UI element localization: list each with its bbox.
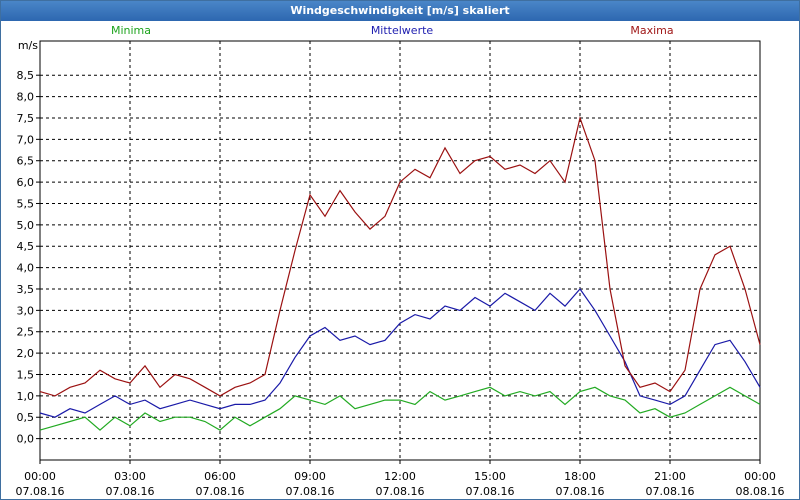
y-tick-label: 0,0 [17,433,35,446]
y-tick-label: 1,5 [17,368,35,381]
x-tick-date-label: 07.08.16 [556,485,605,498]
x-tick-time-label: 15:00 [474,470,506,483]
legend-item-mittelwerte: Mittelwerte [371,24,434,37]
x-tick-date-label: 07.08.16 [16,485,65,498]
x-tick-date-label: 07.08.16 [376,485,425,498]
x-tick-date-label: 07.08.16 [196,485,245,498]
y-tick-label: 6,0 [17,176,35,189]
y-tick-label: 3,0 [17,304,35,317]
x-tick-time-label: 21:00 [654,470,686,483]
x-tick-time-label: 18:00 [564,470,596,483]
x-tick-date-label: 08.08.16 [736,485,785,498]
y-tick-label: 8,0 [17,91,35,104]
y-tick-label: 2,5 [17,326,35,339]
y-tick-label: 6,5 [17,155,35,168]
y-axis-label: m/s [18,39,38,52]
chart-svg: 0,0 0,5 1,0 1,5 2,0 2,5 3,0 3,5 4,0 4,5 5,0 5,5 6,0 6… [16,24,785,498]
x-tick-time-label: 09:00 [294,470,326,483]
legend-item-minima: Minima [111,24,151,37]
x-tick-time-label: 00:00 [24,470,56,483]
x-tick-date-label: 07.08.16 [286,485,335,498]
x-tick-date-label: 07.08.16 [466,485,515,498]
x-tick-date-label: 07.08.16 [106,485,155,498]
x-tick-time-label: 06:00 [204,470,236,483]
y-tick-label: 7,0 [17,133,35,146]
y-tick-label: 8,5 [17,69,35,82]
x-tick-time-label: 00:00 [744,470,776,483]
y-tick-label: 4,0 [17,262,35,275]
chart-window: Windgeschwindigkeit [m/s] skaliert 0,0 0,… [0,0,800,500]
y-tick-label: 5,5 [17,197,35,210]
y-tick-label: 7,5 [17,112,35,125]
x-tick-time-label: 12:00 [384,470,416,483]
x-tick-date-label: 07.08.16 [646,485,695,498]
legend-item-maxima: Maxima [630,24,673,37]
y-tick-label: 3,5 [17,283,35,296]
x-tick-time-label: 03:00 [114,470,146,483]
y-tick-label: 4,5 [17,240,35,253]
y-tick-label: 5,0 [17,219,35,232]
y-tick-label: 1,0 [17,390,35,403]
y-tick-label: 0,5 [17,411,35,424]
y-tick-label: 2,0 [17,347,35,360]
